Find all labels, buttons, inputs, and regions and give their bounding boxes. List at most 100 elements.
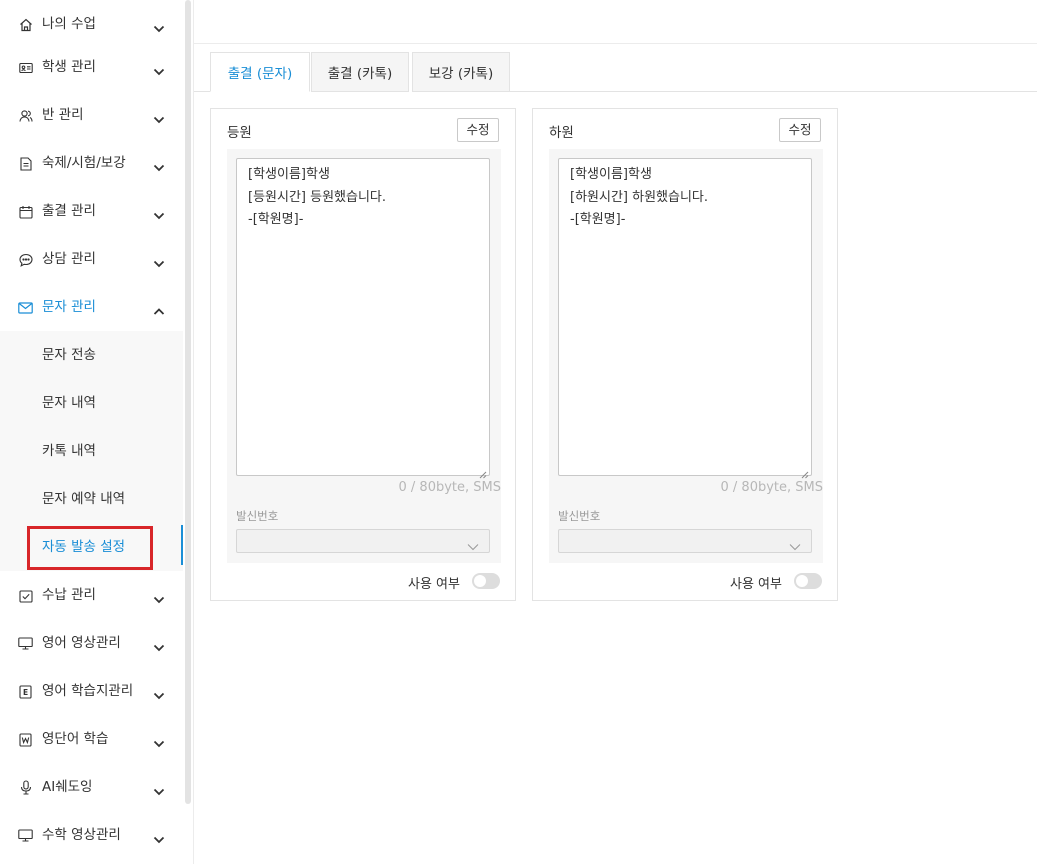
monitor-icon <box>18 636 33 651</box>
sidebar-subitem-message-history[interactable]: 문자 내역 <box>0 379 183 427</box>
message-textarea[interactable]: [학생이름]학생 [하원시간] 하원했습니다. -[학원명]- <box>558 158 812 479</box>
resize-handle-icon[interactable] <box>479 465 487 479</box>
chevron-down-icon <box>153 685 167 700</box>
byte-counter: 0 / 80byte, SMS <box>720 480 823 495</box>
message-textarea[interactable]: [학생이름]학생 [등원시간] 등원했습니다. -[학원명]- <box>236 158 490 479</box>
sidebar-subitem-label: 문자 내역 <box>42 395 96 411</box>
tab-label: 출결 (카톡) <box>327 66 393 82</box>
document-icon <box>18 156 33 171</box>
sidebar-item-label: AI쉐도잉 <box>42 779 93 795</box>
tab-label: 출결 (문자) <box>227 66 293 82</box>
toggle-knob <box>474 575 486 587</box>
message-line: -[학원명]- <box>248 212 304 227</box>
message-line: [등원시간] 등원했습니다. <box>248 189 387 205</box>
sidebar-item-ai-shadowing[interactable]: AI쉐도잉 <box>0 763 183 811</box>
sidebar-item-label: 숙제/시험/보강 <box>42 155 126 171</box>
sidebar-item-math-video[interactable]: 수학 영상관리 <box>0 811 183 859</box>
message-line: [학생이름]학생 <box>570 167 652 182</box>
edit-button[interactable]: 수정 <box>779 118 821 142</box>
use-toggle[interactable] <box>472 573 500 589</box>
card-title: 등원 <box>227 125 252 141</box>
e-book-icon: E <box>18 684 33 699</box>
chevron-down-icon <box>153 781 167 796</box>
sidebar-item-students[interactable]: 학생 관리 <box>0 43 183 91</box>
sidebar-item-payments[interactable]: 수납 관리 <box>0 571 183 619</box>
chevron-down-icon <box>153 733 167 748</box>
sender-number-label: 발신번호 <box>558 509 601 523</box>
tab-attendance-sms[interactable]: 출결 (문자) <box>210 52 310 92</box>
sender-number-select[interactable] <box>558 529 812 553</box>
byte-counter: 0 / 80byte, SMS <box>398 480 501 495</box>
chevron-down-icon <box>467 536 479 551</box>
sidebar-item-counseling[interactable]: 상담 관리 <box>0 235 183 283</box>
sidebar-item-homework[interactable]: 숙제/시험/보강 <box>0 139 183 187</box>
chevron-down-icon <box>153 205 167 220</box>
sidebar-divider <box>193 0 194 864</box>
toggle-knob <box>796 575 808 587</box>
message-line: [학생이름]학생 <box>248 167 330 182</box>
sidebar-subitem-kakao-history[interactable]: 카톡 내역 <box>0 427 183 475</box>
sidebar-subitem-auto-send-settings[interactable]: 자동 발송 설정 <box>0 523 183 571</box>
sidebar: 나의 수업 학생 관리 반 관리 숙제/시험/보강 출결 관리 상담 관리 문자… <box>0 0 183 864</box>
chat-icon <box>18 252 33 267</box>
sidebar-item-label: 나의 수업 <box>42 16 96 32</box>
sidebar-subitem-label: 문자 예약 내역 <box>42 491 126 507</box>
svg-text:E: E <box>23 688 28 697</box>
chevron-down-icon <box>153 18 167 33</box>
microphone-icon <box>18 780 33 795</box>
sidebar-subitem-label: 자동 발송 설정 <box>42 539 126 555</box>
card-title: 하원 <box>549 125 574 141</box>
arrival-message-card: 등원 수정 [학생이름]학생 [등원시간] 등원했습니다. -[학원명]- 0 … <box>210 108 516 601</box>
chevron-up-icon <box>153 301 167 315</box>
message-editor-panel: [학생이름]학생 [등원시간] 등원했습니다. -[학원명]- 0 / 80by… <box>227 149 501 563</box>
sidebar-item-classes[interactable]: 반 관리 <box>0 91 183 139</box>
sidebar-item-english-video[interactable]: 영어 영상관리 <box>0 619 183 667</box>
home-icon <box>18 17 33 32</box>
sidebar-item-label: 영단어 학습 <box>42 731 109 747</box>
edit-button[interactable]: 수정 <box>457 118 499 142</box>
resize-handle-icon[interactable] <box>801 465 809 479</box>
chevron-down-icon <box>153 637 167 652</box>
tab-label: 보강 (카톡) <box>428 66 494 82</box>
sidebar-item-attendance[interactable]: 출결 관리 <box>0 187 183 235</box>
monitor-icon <box>18 828 33 843</box>
sender-number-label: 발신번호 <box>236 509 279 523</box>
w-book-icon <box>18 732 33 747</box>
use-toggle[interactable] <box>794 573 822 589</box>
selected-indicator <box>181 525 183 565</box>
sidebar-item-english-worksheets[interactable]: E 영어 학습지관리 <box>0 667 183 715</box>
chevron-down-icon <box>153 157 167 172</box>
message-editor-panel: [학생이름]학생 [하원시간] 하원했습니다. -[학원명]- 0 / 80by… <box>549 149 823 563</box>
sidebar-item-vocabulary[interactable]: 영단어 학습 <box>0 715 183 763</box>
chevron-down-icon <box>153 253 167 268</box>
sidebar-subitem-send-message[interactable]: 문자 전송 <box>0 331 183 379</box>
sidebar-scrollbar[interactable] <box>185 0 191 804</box>
id-card-icon <box>18 60 33 75</box>
chevron-down-icon <box>153 589 167 604</box>
chevron-down-icon <box>153 109 167 124</box>
sidebar-item-label: 수납 관리 <box>42 587 96 603</box>
sidebar-item-my-class[interactable]: 나의 수업 <box>0 0 183 48</box>
tab-makeup-kakao[interactable]: 보강 (카톡) <box>412 52 510 92</box>
sidebar-item-label: 영어 학습지관리 <box>42 683 134 699</box>
header-divider <box>194 43 1037 44</box>
sender-number-select[interactable] <box>236 529 490 553</box>
sidebar-item-messages[interactable]: 문자 관리 <box>0 283 183 331</box>
sidebar-item-label: 반 관리 <box>42 107 84 123</box>
calendar-icon <box>18 204 33 219</box>
tab-baseline <box>509 91 1037 92</box>
sidebar-item-label: 상담 관리 <box>42 251 96 267</box>
sidebar-item-label: 학생 관리 <box>42 59 96 75</box>
tab-baseline <box>194 91 210 92</box>
message-line: [하원시간] 하원했습니다. <box>570 189 709 205</box>
tab-attendance-kakao[interactable]: 출결 (카톡) <box>311 52 409 92</box>
mail-icon <box>18 300 33 315</box>
chevron-down-icon <box>153 61 167 76</box>
sidebar-item-label: 영어 영상관리 <box>42 635 121 651</box>
use-toggle-label: 사용 여부 <box>730 577 782 592</box>
sidebar-item-label: 출결 관리 <box>42 203 96 219</box>
use-toggle-label: 사용 여부 <box>408 577 460 592</box>
receipt-icon <box>18 588 33 603</box>
sidebar-subitem-scheduled-messages[interactable]: 문자 예약 내역 <box>0 475 183 523</box>
sidebar-item-label: 수학 영상관리 <box>42 827 121 843</box>
